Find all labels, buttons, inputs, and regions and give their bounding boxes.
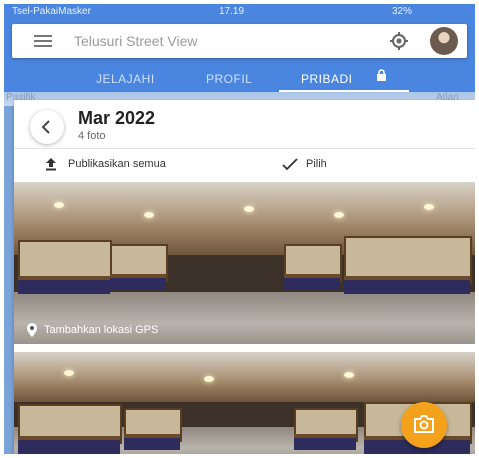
phone-screen: Tsel-PakaiMasker 17.19 32% Telusuri Stre… <box>4 4 475 454</box>
search-input[interactable]: Telusuri Street View <box>74 33 197 49</box>
app-bar: Telusuri Street View JELAJAHI PROFIL PRI… <box>4 20 475 92</box>
add-gps-location-label: Tambahkan lokasi GPS <box>44 324 159 336</box>
tab-jelajahi[interactable]: JELAJAHI <box>96 72 155 86</box>
target-icon[interactable] <box>390 32 408 50</box>
clock: 17.19 <box>219 6 245 17</box>
camera-icon <box>414 415 434 433</box>
tab-pribadi[interactable]: PRIBADI <box>301 72 353 86</box>
status-bar: Tsel-PakaiMasker 17.19 32% <box>4 4 475 20</box>
album-card: Mar 2022 4 foto Publikasikan semua Pilih <box>14 100 475 454</box>
menu-icon[interactable] <box>34 35 52 47</box>
carrier-name: Tsel-PakaiMasker <box>12 6 91 17</box>
publish-all-label: Publikasikan semua <box>68 158 166 170</box>
add-gps-location-button[interactable]: Tambahkan lokasi GPS <box>26 323 159 337</box>
photo-panorama[interactable]: Tambahkan lokasi GPS <box>14 182 475 344</box>
select-button[interactable]: Pilih <box>282 158 327 171</box>
album-title: Mar 2022 <box>78 108 156 128</box>
action-row: Publikasikan semua Pilih <box>14 148 475 179</box>
back-arrow-icon <box>41 120 50 134</box>
battery-level: 32% <box>392 6 413 17</box>
upload-icon <box>46 158 56 171</box>
avatar[interactable] <box>430 27 458 55</box>
publish-all-button[interactable]: Publikasikan semua <box>46 158 166 171</box>
location-pin-icon <box>27 323 37 337</box>
photo-count: 4 foto <box>78 130 106 142</box>
lock-icon <box>377 69 386 81</box>
add-photo-button[interactable] <box>401 402 447 448</box>
select-label: Pilih <box>306 158 327 170</box>
tab-profil[interactable]: PROFIL <box>206 72 252 86</box>
search-bar[interactable]: Telusuri Street View <box>12 24 467 58</box>
back-button[interactable] <box>30 110 64 144</box>
tab-bar: JELAJAHI PROFIL PRIBADI <box>4 66 475 92</box>
checkmark-icon <box>282 158 298 171</box>
